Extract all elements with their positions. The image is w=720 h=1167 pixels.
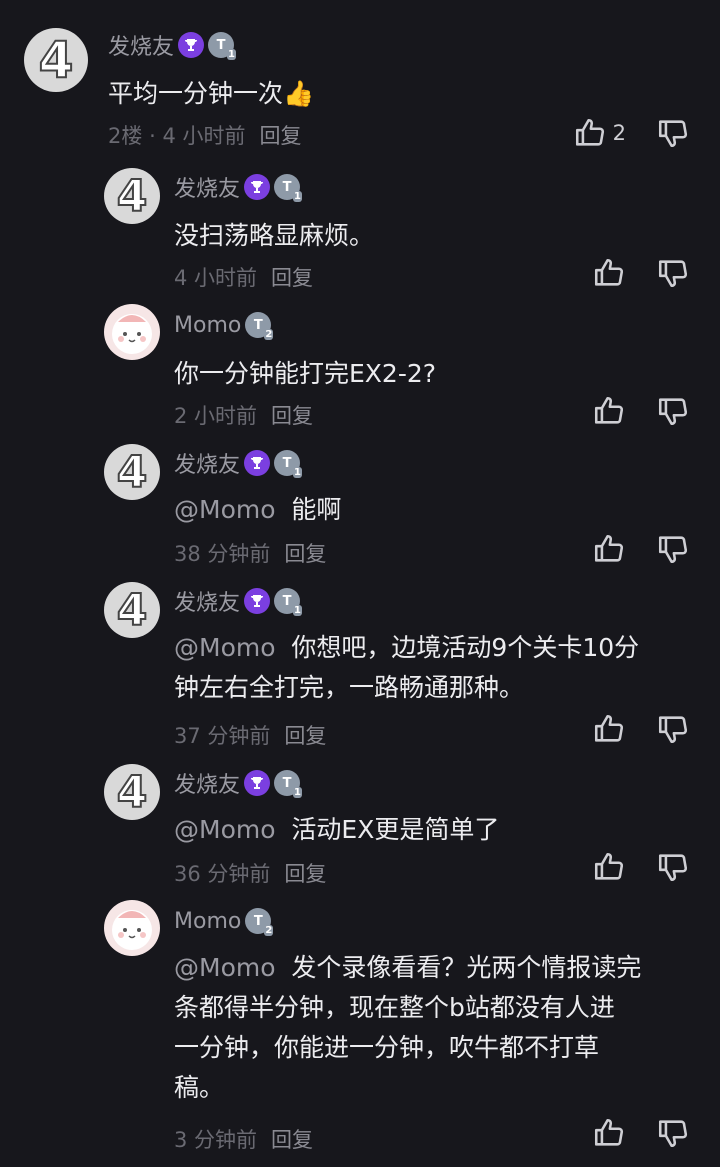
username[interactable]: 发烧友 xyxy=(174,171,240,203)
mention-link[interactable]: @Momo xyxy=(174,953,276,982)
floor-number: 2楼 · 4 小时前 xyxy=(108,124,246,148)
reply-button[interactable]: 回复 xyxy=(271,400,313,430)
level-badge-icon: T1 xyxy=(274,174,303,202)
thumbs-down-icon xyxy=(658,120,688,148)
reply-button[interactable]: 回复 xyxy=(271,262,313,292)
comment-text: @Momo 发个录像看看？光两个情报读完 条都得半分钟，现在整个b站都没有人进 一分… xyxy=(174,953,642,1102)
like-button[interactable] xyxy=(592,850,626,884)
thumbs-down-icon xyxy=(658,716,688,744)
like-button[interactable] xyxy=(592,532,626,566)
avatar[interactable] xyxy=(104,304,160,360)
timestamp: 4 小时前 xyxy=(174,266,258,290)
comment-text: @Momo 能啊 xyxy=(174,495,342,524)
avatar[interactable]: 4 xyxy=(104,764,160,820)
like-button[interactable] xyxy=(592,712,626,746)
avatar[interactable]: 4 xyxy=(104,582,160,638)
thumbs-up-icon xyxy=(594,1118,624,1146)
level-badge-icon: T1 xyxy=(274,588,303,616)
trophy-badge-icon xyxy=(244,450,271,476)
dislike-button[interactable] xyxy=(656,1116,690,1150)
level-badge-icon: T2 xyxy=(245,908,274,936)
reply-button[interactable]: 回复 xyxy=(271,1124,313,1154)
thumbs-down-icon xyxy=(658,536,688,564)
thumbs-up-icon xyxy=(594,396,624,424)
username[interactable]: 发烧友 xyxy=(174,447,240,479)
trophy-badge-icon xyxy=(244,770,271,796)
reply-button[interactable]: 回复 xyxy=(259,120,301,150)
dislike-button[interactable] xyxy=(656,532,690,566)
mention-link[interactable]: @Momo xyxy=(174,633,276,662)
level-badge-icon: T2 xyxy=(245,312,274,340)
thumbs-up-icon xyxy=(594,852,624,880)
thumbs-down-icon xyxy=(658,398,688,426)
avatar[interactable]: 4 xyxy=(104,168,160,224)
level-badge-icon: T1 xyxy=(274,450,303,478)
trophy-badge-icon xyxy=(178,32,205,58)
trophy-badge-icon xyxy=(244,174,271,200)
level-badge-icon: T1 xyxy=(208,32,237,60)
avatar[interactable] xyxy=(104,900,160,956)
trophy-badge-icon xyxy=(244,588,271,614)
dislike-button[interactable] xyxy=(656,116,690,150)
like-button[interactable]: 2 xyxy=(573,116,626,150)
cute-avatar-icon xyxy=(112,314,152,354)
timestamp: 3 分钟前 xyxy=(174,1128,258,1152)
thumbs-up-icon xyxy=(594,714,624,742)
username[interactable]: 发烧友 xyxy=(174,585,240,617)
username[interactable]: 发烧友 xyxy=(174,767,240,799)
avatar[interactable]: 4 xyxy=(24,28,88,92)
username[interactable]: Momo xyxy=(174,909,241,934)
reply-button[interactable]: 回复 xyxy=(284,858,326,888)
mention-link[interactable]: @Momo xyxy=(174,495,276,524)
avatar[interactable]: 4 xyxy=(104,444,160,500)
thumbs-up-icon xyxy=(594,534,624,562)
like-count: 2 xyxy=(612,121,626,145)
username[interactable]: Momo xyxy=(174,313,241,338)
timestamp: 36 分钟前 xyxy=(174,862,271,886)
comment-text: 没扫荡略显麻烦。 xyxy=(174,221,375,250)
like-button[interactable] xyxy=(592,256,626,290)
level-badge-icon: T1 xyxy=(274,770,303,798)
dislike-button[interactable] xyxy=(656,712,690,746)
thumbs-down-icon xyxy=(658,260,688,288)
reply-button[interactable]: 回复 xyxy=(284,538,326,568)
comment-text: 你一分钟能打完EX2-2? xyxy=(174,359,437,388)
thumbs-down-icon xyxy=(658,1120,688,1148)
thumbs-up-icon xyxy=(575,118,604,146)
thumbs-up-icon xyxy=(594,258,624,286)
like-button[interactable] xyxy=(592,1116,626,1150)
comment-text: 平均一分钟一次👍 xyxy=(108,79,315,108)
timestamp: 37 分钟前 xyxy=(174,724,271,748)
cute-avatar-icon xyxy=(112,910,152,950)
dislike-button[interactable] xyxy=(656,394,690,428)
mention-link[interactable]: @Momo xyxy=(174,815,276,844)
comment-text: @Momo 你想吧，边境活动9个关卡10分 钟左右全打完，一路畅通那种。 xyxy=(174,633,640,702)
comment-text: @Momo 活动EX更是简单了 xyxy=(174,815,500,844)
thumbs-down-icon xyxy=(658,854,688,882)
timestamp: 2 小时前 xyxy=(174,404,258,428)
timestamp: 38 分钟前 xyxy=(174,542,271,566)
dislike-button[interactable] xyxy=(656,850,690,884)
like-button[interactable] xyxy=(592,394,626,428)
reply-button[interactable]: 回复 xyxy=(284,720,326,750)
username[interactable]: 发烧友 xyxy=(108,29,174,61)
dislike-button[interactable] xyxy=(656,256,690,290)
